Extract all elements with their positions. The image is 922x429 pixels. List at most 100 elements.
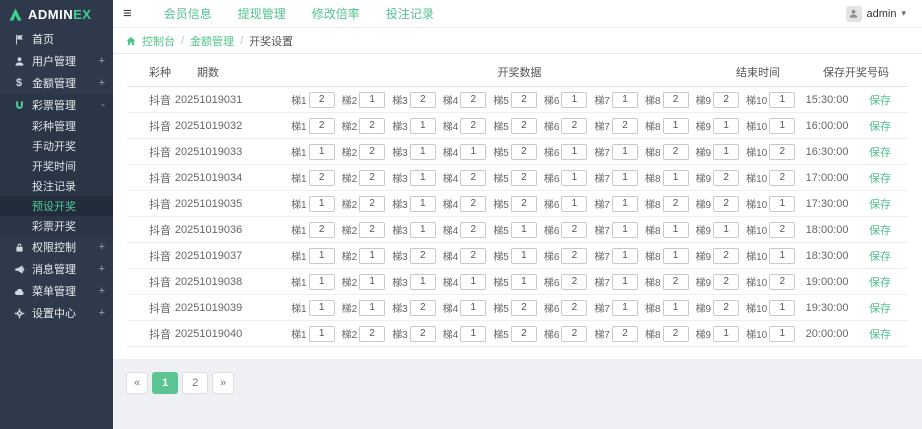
draw-number-input[interactable] [713,170,739,186]
sidebar-item-message-mgmt[interactable]: 消息管理 + [0,258,113,280]
draw-number-input[interactable] [460,222,486,238]
save-button[interactable]: 保存 [869,277,891,289]
draw-number-input[interactable] [713,196,739,212]
save-button[interactable]: 保存 [869,329,891,341]
draw-number-input[interactable] [769,274,795,290]
draw-number-input[interactable] [410,118,436,134]
sidebar-subitem-lottery-draw[interactable]: 彩票开奖 [0,216,113,236]
draw-number-input[interactable] [359,274,385,290]
topnav-link-bet-records[interactable]: 投注记录 [386,5,434,22]
sidebar-item-lottery-mgmt[interactable]: 彩票管理 - [0,94,113,116]
save-button[interactable]: 保存 [869,121,891,133]
draw-number-input[interactable] [359,248,385,264]
draw-number-input[interactable] [769,144,795,160]
draw-number-input[interactable] [663,196,689,212]
sidebar-subitem-manual-draw[interactable]: 手动开奖 [0,136,113,156]
draw-number-input[interactable] [663,300,689,316]
draw-number-input[interactable] [713,144,739,160]
draw-number-input[interactable] [309,170,335,186]
draw-number-input[interactable] [410,222,436,238]
draw-number-input[interactable] [359,144,385,160]
draw-number-input[interactable] [511,222,537,238]
draw-number-input[interactable] [460,196,486,212]
draw-number-input[interactable] [359,170,385,186]
draw-number-input[interactable] [612,222,638,238]
draw-number-input[interactable] [713,92,739,108]
draw-number-input[interactable] [511,144,537,160]
draw-number-input[interactable] [309,300,335,316]
hamburger-menu-icon[interactable]: ≡ [123,6,132,21]
draw-number-input[interactable] [663,170,689,186]
draw-number-input[interactable] [663,274,689,290]
save-button[interactable]: 保存 [869,303,891,315]
draw-number-input[interactable] [713,222,739,238]
sidebar-subitem-preset-draw[interactable]: 预设开奖 [0,196,113,216]
draw-number-input[interactable] [309,144,335,160]
draw-number-input[interactable] [359,196,385,212]
draw-number-input[interactable] [663,144,689,160]
pagination-page-2[interactable]: 2 [182,372,208,394]
draw-number-input[interactable] [410,300,436,316]
sidebar-item-permission[interactable]: 权限控制 + [0,236,113,258]
pagination-page-1[interactable]: 1 [152,372,178,394]
sidebar-subitem-lottery-type[interactable]: 彩种管理 [0,116,113,136]
draw-number-input[interactable] [309,196,335,212]
draw-number-input[interactable] [359,118,385,134]
draw-number-input[interactable] [460,118,486,134]
draw-number-input[interactable] [410,326,436,342]
draw-number-input[interactable] [359,326,385,342]
draw-number-input[interactable] [713,248,739,264]
save-button[interactable]: 保存 [869,225,891,237]
draw-number-input[interactable] [769,118,795,134]
draw-number-input[interactable] [663,326,689,342]
draw-number-input[interactable] [309,118,335,134]
draw-number-input[interactable] [612,274,638,290]
draw-number-input[interactable] [511,196,537,212]
draw-number-input[interactable] [663,222,689,238]
sidebar-item-home[interactable]: 首页 [0,28,113,50]
pagination-prev-button[interactable]: « [126,372,148,394]
draw-number-input[interactable] [612,144,638,160]
draw-number-input[interactable] [460,300,486,316]
breadcrumb-amount-mgmt[interactable]: 金额管理 [190,33,234,49]
draw-number-input[interactable] [663,118,689,134]
save-button[interactable]: 保存 [869,95,891,107]
draw-number-input[interactable] [410,196,436,212]
draw-number-input[interactable] [561,300,587,316]
draw-number-input[interactable] [511,326,537,342]
draw-number-input[interactable] [612,196,638,212]
draw-number-input[interactable] [410,170,436,186]
draw-number-input[interactable] [410,274,436,290]
draw-number-input[interactable] [460,92,486,108]
draw-number-input[interactable] [769,196,795,212]
draw-number-input[interactable] [561,222,587,238]
draw-number-input[interactable] [612,326,638,342]
draw-number-input[interactable] [410,248,436,264]
draw-number-input[interactable] [460,274,486,290]
draw-number-input[interactable] [511,118,537,134]
draw-number-input[interactable] [769,222,795,238]
draw-number-input[interactable] [663,248,689,264]
draw-number-input[interactable] [769,326,795,342]
draw-number-input[interactable] [769,92,795,108]
draw-number-input[interactable] [309,92,335,108]
draw-number-input[interactable] [561,144,587,160]
user-menu[interactable]: admin ▾ [846,6,907,22]
draw-number-input[interactable] [460,326,486,342]
draw-number-input[interactable] [561,118,587,134]
draw-number-input[interactable] [713,274,739,290]
draw-number-input[interactable] [460,144,486,160]
save-button[interactable]: 保存 [869,251,891,263]
draw-number-input[interactable] [769,300,795,316]
breadcrumb-console[interactable]: 控制台 [142,33,175,49]
save-button[interactable]: 保存 [869,147,891,159]
draw-number-input[interactable] [612,170,638,186]
save-button[interactable]: 保存 [869,199,891,211]
draw-number-input[interactable] [612,300,638,316]
draw-number-input[interactable] [410,92,436,108]
draw-number-input[interactable] [359,222,385,238]
draw-number-input[interactable] [359,300,385,316]
sidebar-item-amount-mgmt[interactable]: $ 金额管理 + [0,72,113,94]
draw-number-input[interactable] [309,248,335,264]
draw-number-input[interactable] [713,300,739,316]
